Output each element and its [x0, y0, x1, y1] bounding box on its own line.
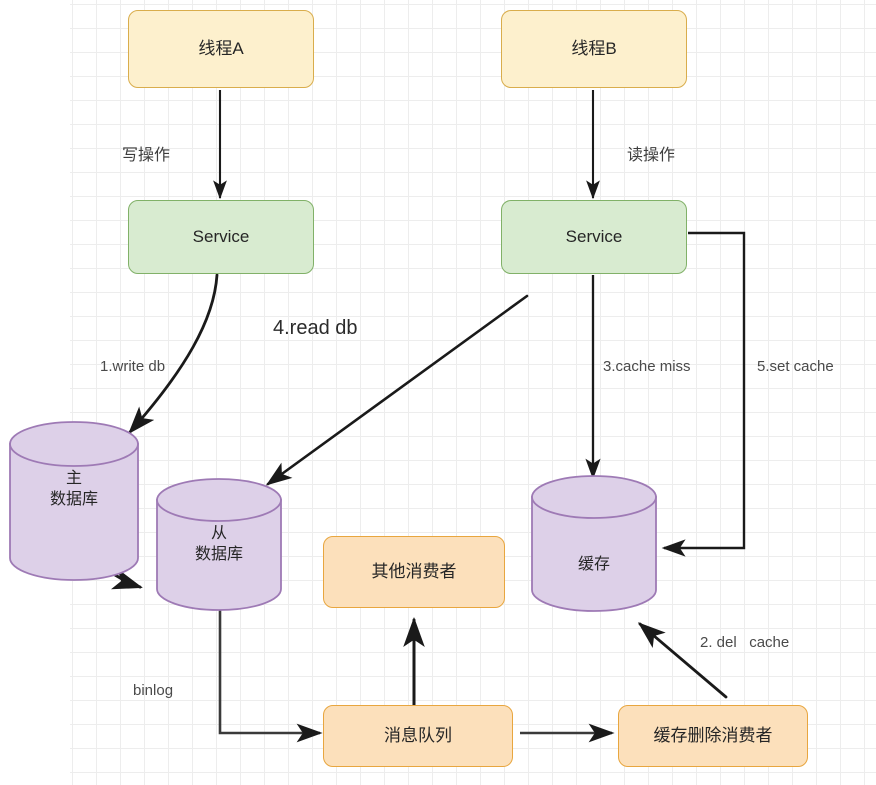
edge-label-binlog: binlog [133, 682, 174, 699]
grid-background [70, 0, 876, 785]
node-cache-delete-consumer-label: 缓存删除消费者 [653, 726, 773, 746]
node-other-consumer[interactable]: 其他消费者 [323, 536, 505, 608]
node-thread-b-label: 线程B [571, 39, 617, 59]
node-service-write-label: Service [192, 227, 250, 247]
node-thread-a[interactable]: 线程A [128, 10, 314, 88]
edge-label-write-op: 写操作 [122, 147, 171, 164]
node-message-queue-label: 消息队列 [384, 726, 452, 746]
edge-label-set-cache: 5.set cache [757, 358, 834, 375]
edge-label-del-cache: 2. del cache [700, 634, 790, 651]
edge-label-cache-miss: 3.cache miss [603, 358, 691, 375]
node-slave-db-label: 从 数据库 [194, 525, 243, 563]
node-other-consumer-label: 其他消费者 [371, 562, 457, 582]
edge-label-read-db: 4.read db [273, 317, 358, 339]
node-service-read[interactable]: Service [501, 200, 687, 274]
node-master-db-label: 主 数据库 [49, 470, 98, 508]
node-message-queue[interactable]: 消息队列 [323, 705, 513, 767]
node-cache-label: 缓存 [577, 556, 610, 573]
edge-label-write-db: 1.write db [100, 358, 166, 375]
grid-left-margin [0, 0, 70, 785]
node-cache-delete-consumer[interactable]: 缓存删除消费者 [618, 705, 808, 767]
node-service-write[interactable]: Service [128, 200, 314, 274]
edge-label-read-op: 读操作 [627, 147, 676, 164]
node-thread-a-label: 线程A [198, 39, 244, 59]
node-service-read-label: Service [565, 227, 623, 247]
diagram-canvas: 线程A 线程B Service Service 其他消费者 消息队列 缓存删除消… [0, 0, 876, 785]
node-thread-b[interactable]: 线程B [501, 10, 687, 88]
